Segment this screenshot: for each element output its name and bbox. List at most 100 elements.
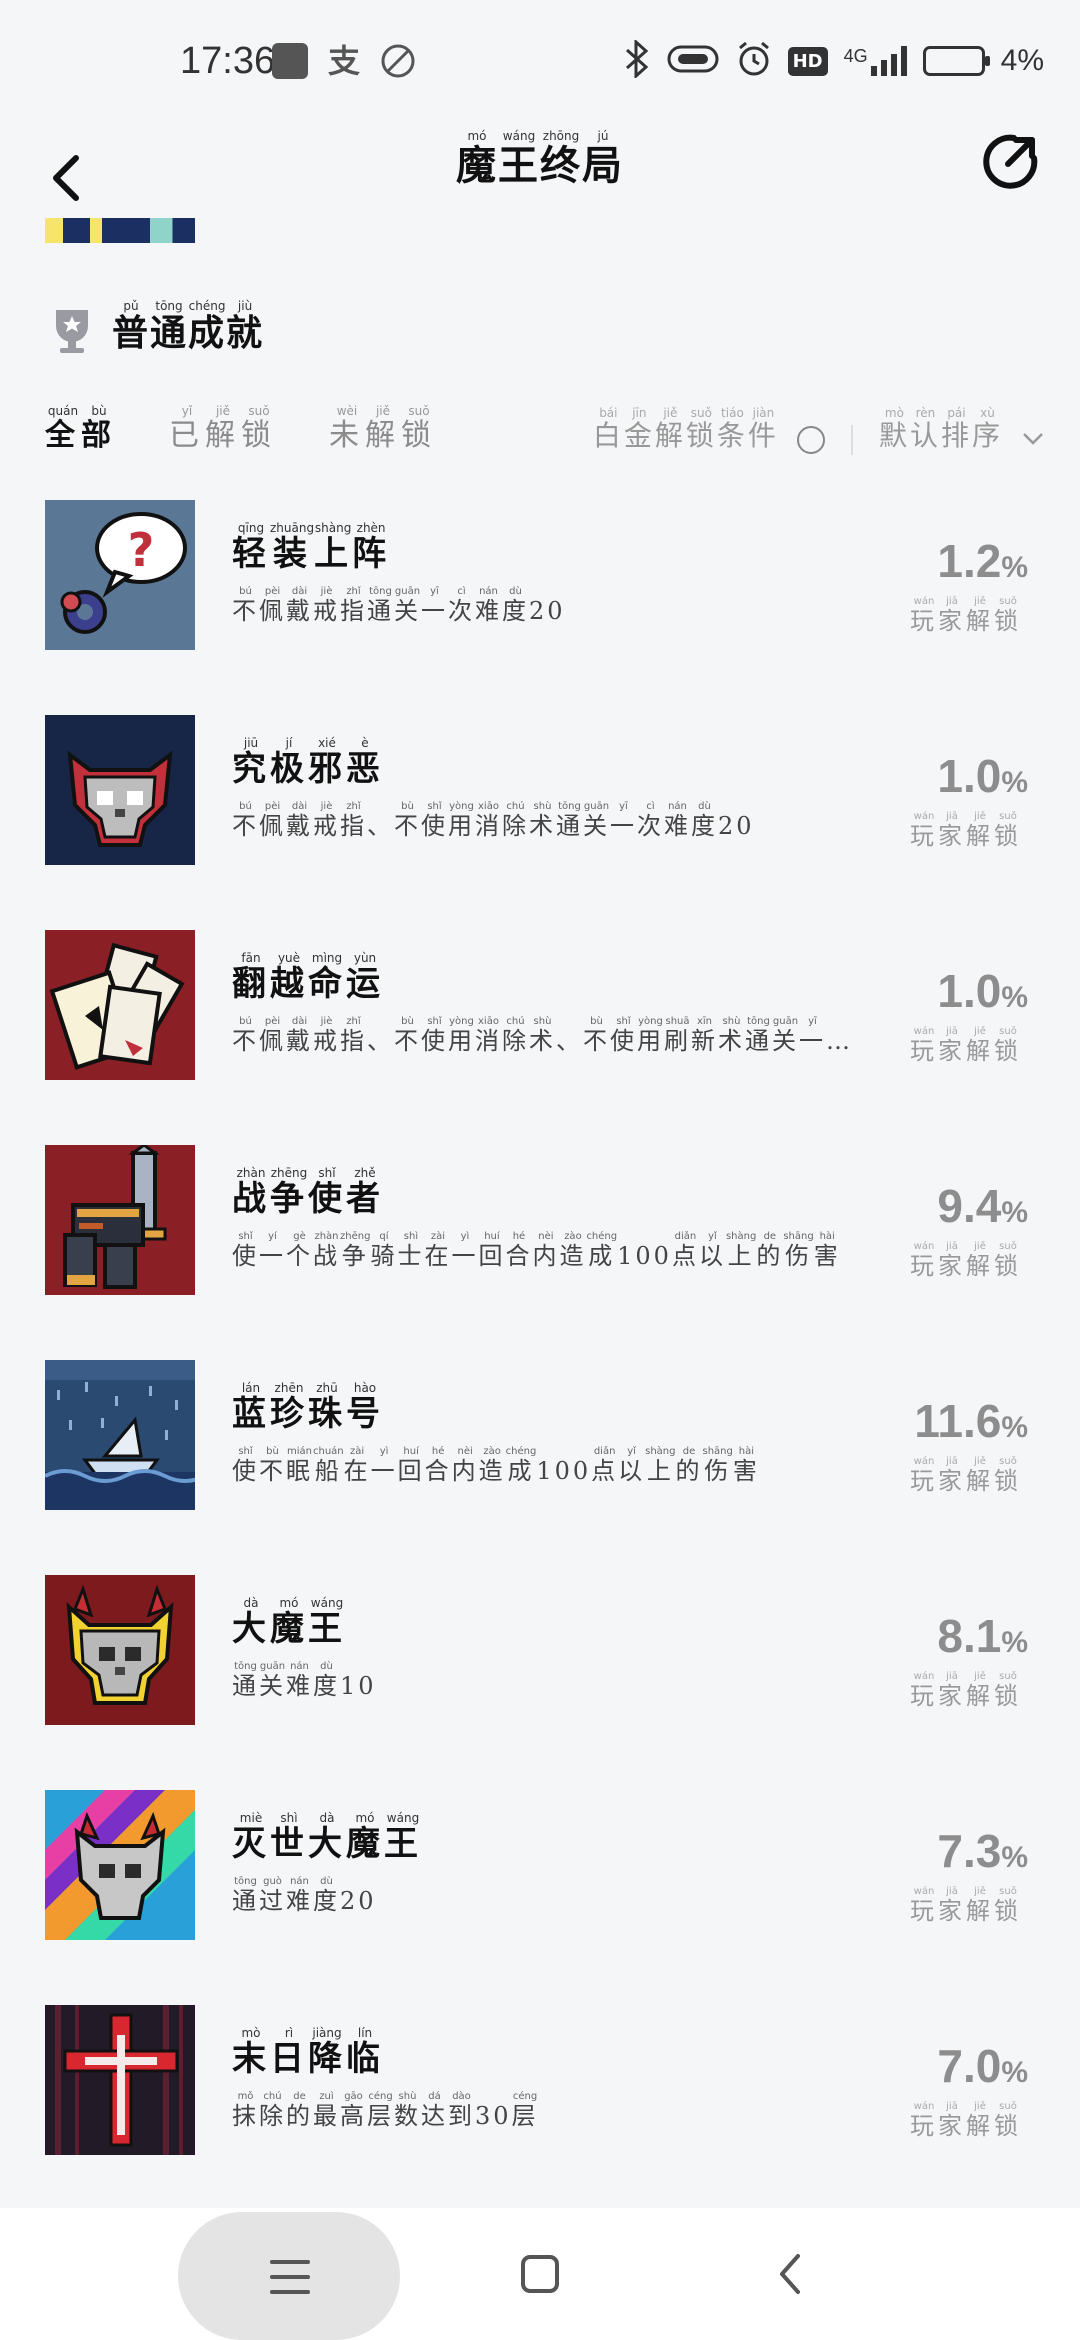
- unlock-label-char: 家jiā: [938, 2101, 966, 2140]
- title-char: 局jú: [582, 129, 624, 189]
- achievement-name-pinyin: zhèn: [352, 521, 391, 535]
- achievement-name-pinyin: zhě: [346, 1166, 384, 1180]
- achievement-desc-char: 眠mián: [286, 1446, 313, 1485]
- sort-char: 默mò: [878, 405, 910, 452]
- achievement-desc-pinyin: dài: [286, 1016, 313, 1027]
- unlock-label-pinyin: wán: [910, 596, 938, 607]
- percent-symbol: %: [1001, 1196, 1028, 1229]
- achievement-desc-char: 次cì: [448, 586, 475, 625]
- achievement-desc-char: 抹mǒ: [232, 2091, 259, 2130]
- achievement-desc-char: 消xiāo: [475, 801, 502, 840]
- achievement-item[interactable]: 大dà魔mó王wáng 通tōng关guān难nán度dù10 8.1% 玩wán家j…: [0, 1575, 1080, 1725]
- achievement-name-char: 末mò: [232, 2026, 270, 2079]
- achievement-item[interactable]: ? 轻qīng装zhuāng上shàng阵zhèn 不bú佩pèi戴dài戒jiè…: [0, 500, 1080, 650]
- achievement-desc-char: 用yòng: [448, 801, 475, 840]
- achievement-desc-char: 高gāo: [340, 2091, 367, 2130]
- achievement-desc-pinyin: de: [756, 1231, 784, 1242]
- achievement-item[interactable]: 战zhàn争zhēng使shǐ者zhě 使shǐ一yí个gè战zhàn争zhēng…: [0, 1145, 1080, 1295]
- unlock-label-pinyin: jiě: [966, 811, 994, 822]
- achievement-name-char: 轻qīng: [232, 521, 270, 574]
- achievement-name-char: 究jiū: [232, 736, 270, 789]
- achievement-name-pinyin: mó: [270, 1596, 308, 1610]
- percent-symbol: %: [1001, 1626, 1028, 1659]
- achievement-desc-pinyin: dù: [313, 1661, 340, 1672]
- player-unlock-label: 玩wán家jiā解jiě锁suǒ: [910, 1886, 1022, 1926]
- achievement-name-char: 恶è: [346, 736, 384, 789]
- achievement-desc-char: 、: [556, 1027, 583, 1055]
- player-unlock-label: 玩wán家jiā解jiě锁suǒ: [910, 1671, 1022, 1711]
- unlock-label-pinyin: wán: [910, 1886, 938, 1897]
- achievement-item[interactable]: 灭miè世shì大dà魔mó王wáng 通tōng过guò难nán度dù20 7.3…: [0, 1790, 1080, 1940]
- achievement-desc-pinyin: yòng: [448, 801, 475, 812]
- achievement-name-char: 争zhēng: [270, 1166, 308, 1219]
- achievement-item[interactable]: 末mò日rì降jiàng临lín 抹mǒ除chú的de最zuì高gāo层céng数…: [0, 2005, 1080, 2155]
- achievement-desc-char: 不bú: [232, 1016, 259, 1055]
- platinum-condition-radio[interactable]: [796, 426, 825, 454]
- achievement-desc-char: 通tōng: [232, 1876, 259, 1915]
- achievement-item[interactable]: 究jiū极jí邪xié恶è 不bú佩pèi戴dài戒jiè指zhǐ、不bù使shǐ…: [0, 715, 1080, 865]
- percent-symbol: %: [1001, 766, 1028, 799]
- achievement-desc-char: 用yòng: [448, 1016, 475, 1055]
- tab-all[interactable]: 全quán部bù: [45, 404, 117, 454]
- unlock-label-char: 家jiā: [938, 1241, 966, 1280]
- tab-locked[interactable]: 未wèi解jiě锁suǒ: [329, 404, 437, 454]
- hd-badge: HD: [787, 46, 828, 76]
- achievement-item[interactable]: 翻fān越yuè命mìng运yùn 不bú佩pèi戴dài戒jiè指zhǐ、不bù…: [0, 930, 1080, 1080]
- achievement-name-char: 魔mó: [270, 1596, 308, 1649]
- platinum-condition-label[interactable]: 白bái金jīn解jiě锁suǒ条tiáo件jiàn: [593, 405, 779, 454]
- achievement-desc-pinyin: zuì: [313, 2091, 340, 2102]
- unlock-label-char: 玩wán: [910, 1886, 938, 1925]
- platinum-pinyin: jīn: [623, 405, 655, 420]
- achievement-desc-pinyin: huí: [397, 1446, 425, 1457]
- achievement-desc-pinyin: hài: [813, 1231, 841, 1242]
- chevron-down-icon[interactable]: [1021, 427, 1045, 451]
- achievement-desc-pinyin: zhǐ: [340, 801, 367, 812]
- achievement-desc-pinyin: tōng: [232, 1661, 259, 1672]
- unlock-label-char: 解jiě: [966, 596, 994, 635]
- achievement-name-pinyin: mó: [346, 1811, 384, 1825]
- tab-unlocked[interactable]: 已yǐ解jiě锁suǒ: [169, 404, 277, 454]
- tab-char: 解jiě: [365, 404, 401, 453]
- unlock-label-char: 锁suǒ: [994, 2101, 1022, 2140]
- section-pinyin: jiù: [226, 299, 265, 313]
- achievement-desc-char: 难nán: [664, 801, 691, 840]
- achievement-desc-pinyin: shù: [529, 801, 556, 812]
- achievement-desc-char: 术shù: [529, 801, 556, 840]
- achievement-desc-pinyin: qí: [370, 1231, 398, 1242]
- achievement-name-char: 临lín: [346, 2026, 384, 2079]
- achievement-desc-char: 刷shuā: [664, 1016, 691, 1055]
- achievement-item[interactable]: 蓝lán珍zhēn珠zhū号hào 使shǐ不bù眠mián船chuán在zài一…: [0, 1360, 1080, 1510]
- cell-signal: 4G: [844, 46, 907, 76]
- achievement-desc-pinyin: yòng: [448, 1016, 475, 1027]
- achievement-desc-pinyin: dù: [313, 1876, 340, 1887]
- achievement-desc-char: 消xiāo: [475, 1016, 502, 1055]
- achievement-desc-char: 伤shāng: [783, 1231, 814, 1270]
- filter-options: 白bái金jīn解jiě锁suǒ条tiáo件jiàn 默mò认rèn排pái序x…: [593, 405, 1045, 455]
- unlock-percent-value: 8.1: [937, 1610, 1002, 1662]
- share-button[interactable]: [980, 132, 1040, 192]
- sort-dropdown[interactable]: 默mò认rèn排pái序xù: [878, 405, 1003, 454]
- unlock-label-char: 锁suǒ: [994, 1671, 1022, 1710]
- achievement-desc-char: 用yòng: [637, 1016, 664, 1055]
- achievement-desc-char: 数shù: [394, 2091, 421, 2130]
- achievement-desc-pinyin: nèi: [451, 1446, 479, 1457]
- achievement-name-char: 上shàng: [314, 521, 353, 574]
- achievement-desc-char: 合hé: [505, 1231, 533, 1270]
- header: 魔mó王wáng终zhōng局jú: [0, 120, 1080, 270]
- achievement-desc-char: 合hé: [424, 1446, 452, 1485]
- achievement-desc-pinyin: shù: [529, 1016, 556, 1027]
- achievement-desc-char: 度dù: [691, 801, 718, 840]
- nav-back-button[interactable]: [748, 2234, 828, 2314]
- achievement-desc-pinyin: pèi: [259, 801, 286, 812]
- achievement-desc-char: 佩pèi: [259, 1016, 286, 1055]
- nav-menu-button[interactable]: [178, 2212, 400, 2340]
- achievement-name: 大dà魔mó王wáng: [232, 1596, 346, 1650]
- achievement-desc-char: 上shàng: [645, 1446, 676, 1485]
- achievement-name-pinyin: lán: [232, 1381, 270, 1395]
- achievement-desc-pinyin: dài: [286, 586, 313, 597]
- network-type: 4G: [843, 46, 868, 66]
- sort-pinyin: pái: [940, 405, 972, 420]
- achievement-desc-char: 内nèi: [532, 1231, 560, 1270]
- achievement-name-char: 者zhě: [346, 1166, 384, 1219]
- nav-home-button[interactable]: [500, 2234, 580, 2314]
